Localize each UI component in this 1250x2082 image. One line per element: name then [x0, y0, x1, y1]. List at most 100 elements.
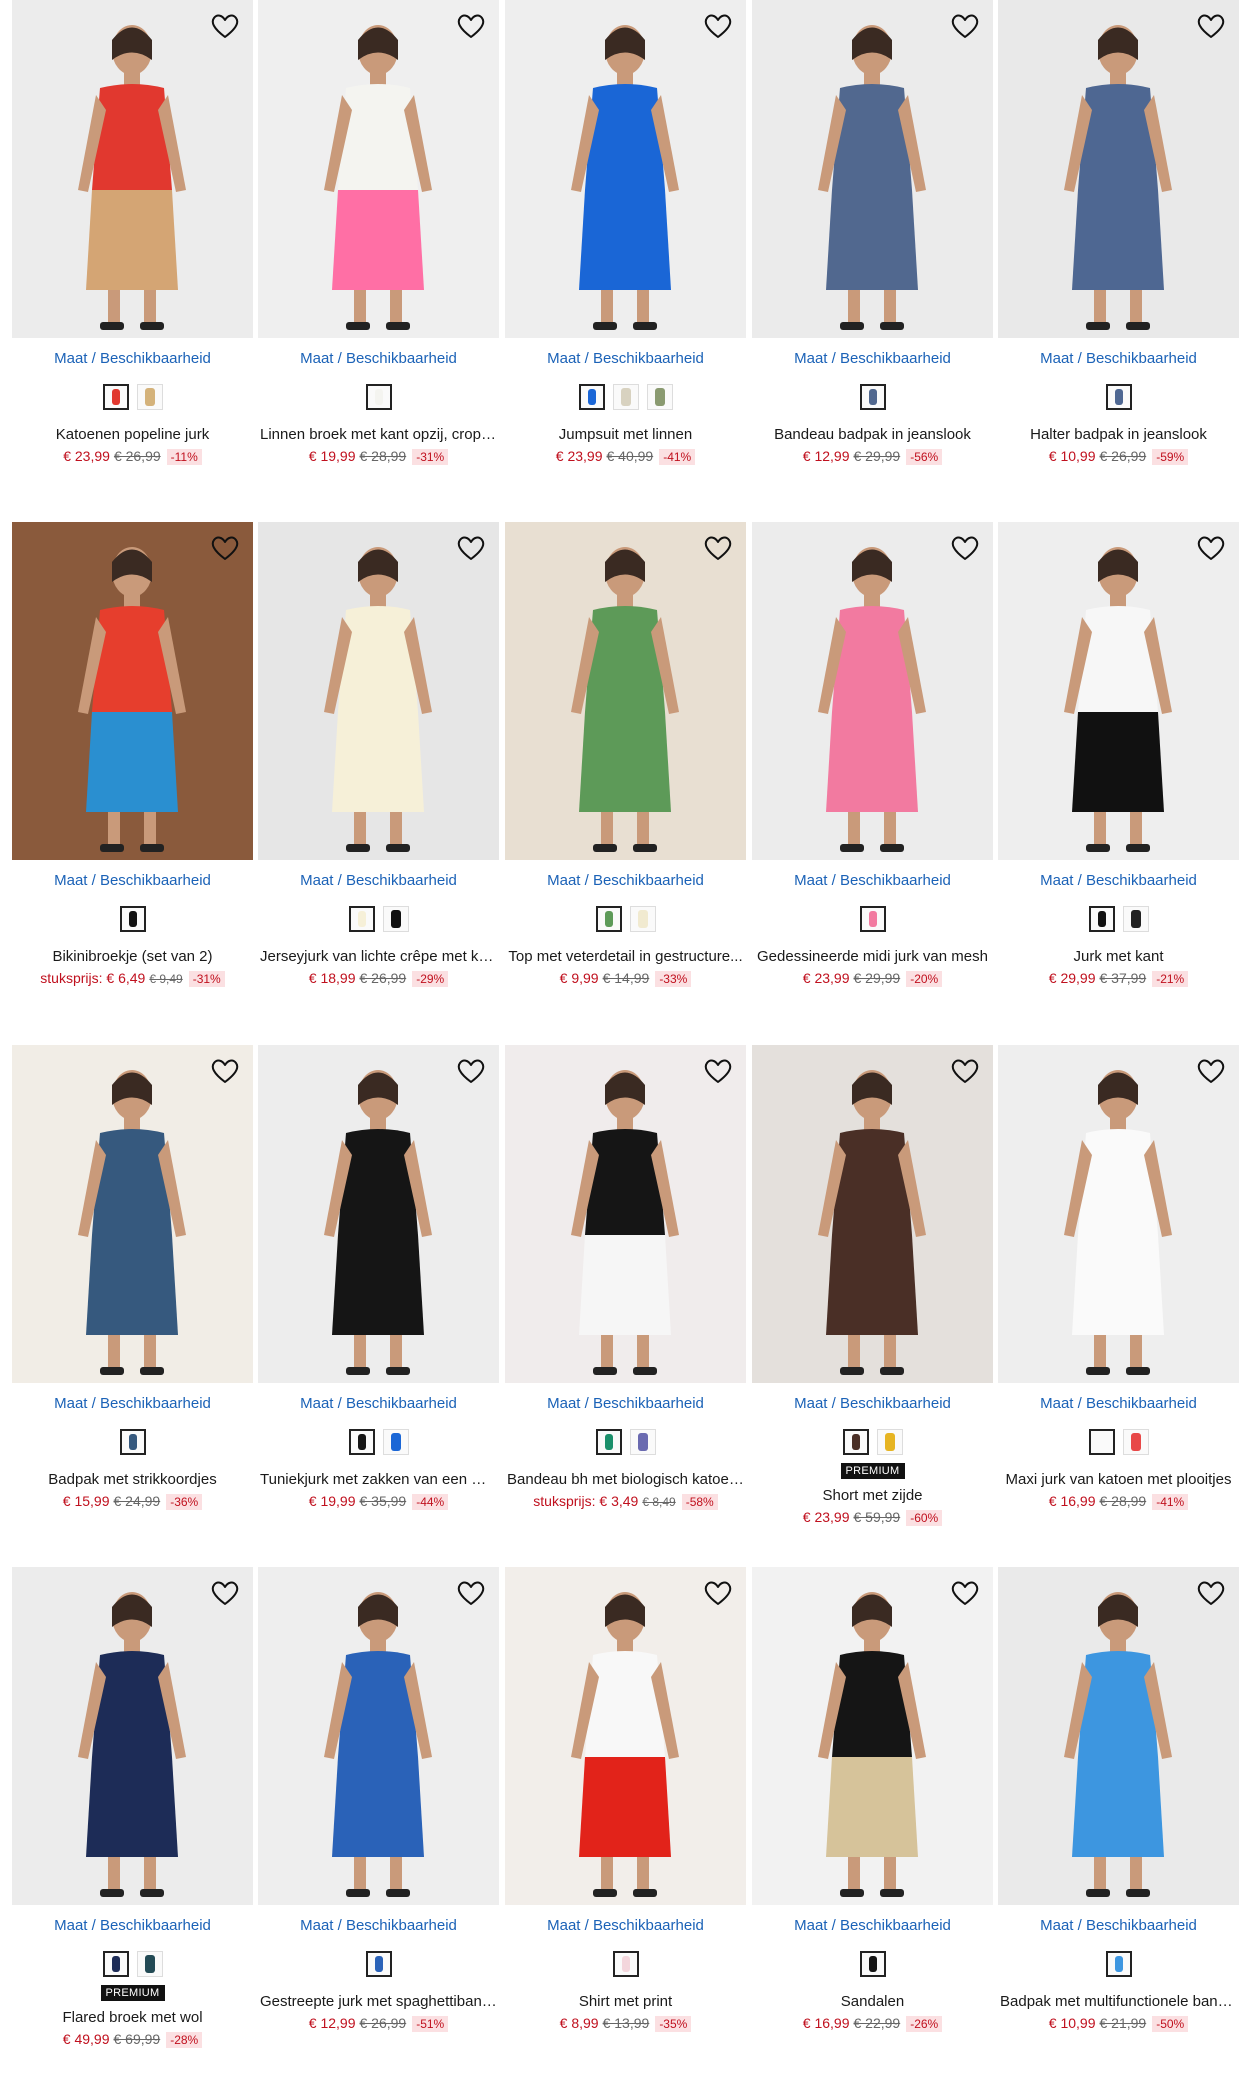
product-image[interactable] [12, 522, 253, 860]
color-swatch[interactable] [629, 1429, 656, 1455]
color-swatch[interactable] [629, 906, 656, 932]
wishlist-heart-icon[interactable] [209, 1055, 241, 1087]
product-image[interactable] [998, 0, 1239, 338]
product-photo[interactable] [12, 1045, 253, 1383]
color-swatch[interactable] [859, 384, 886, 410]
product-name[interactable]: Badpak met multifunctionele bandjes [998, 1993, 1239, 2011]
size-availability-link[interactable]: Maat / Beschikbaarheid [505, 1395, 746, 1413]
product-image[interactable] [752, 0, 993, 338]
color-swatch[interactable] [1122, 1429, 1149, 1455]
product-photo[interactable] [12, 0, 253, 338]
size-availability-link[interactable]: Maat / Beschikbaarheid [998, 1395, 1239, 1413]
color-swatch[interactable] [365, 384, 392, 410]
product-name[interactable]: Flared broek met wol [12, 2009, 253, 2027]
color-swatch[interactable] [595, 906, 622, 932]
product-card[interactable]: Maat / Beschikbaarheid Bandeau bh met bio… [505, 1045, 746, 1511]
color-swatch[interactable] [102, 1951, 129, 1977]
product-photo[interactable] [752, 522, 993, 860]
product-card[interactable]: Maat / Beschikbaarheid Jurk met kant € 29,… [998, 522, 1239, 987]
wishlist-heart-icon[interactable] [455, 532, 487, 564]
size-availability-link[interactable]: Maat / Beschikbaarheid [998, 872, 1239, 890]
size-availability-link[interactable]: Maat / Beschikbaarheid [505, 350, 746, 368]
product-image[interactable] [258, 1045, 499, 1383]
product-image[interactable] [998, 1045, 1239, 1383]
product-name[interactable]: Bandeau badpak in jeanslook [752, 426, 993, 444]
product-name[interactable]: Shirt met print [505, 1993, 746, 2011]
wishlist-heart-icon[interactable] [949, 1577, 981, 1609]
color-swatch[interactable] [1088, 906, 1115, 932]
size-availability-link[interactable]: Maat / Beschikbaarheid [12, 350, 253, 368]
wishlist-heart-icon[interactable] [702, 1055, 734, 1087]
product-card[interactable]: Maat / Beschikbaarheid Bikinibroekje (set… [12, 522, 253, 988]
product-card[interactable]: Maat / Beschikbaarheid Maxi jurk van kato… [998, 1045, 1239, 1510]
wishlist-heart-icon[interactable] [1195, 1577, 1227, 1609]
product-image[interactable] [12, 0, 253, 338]
product-photo[interactable] [998, 522, 1239, 860]
color-swatch[interactable] [136, 384, 163, 410]
product-name[interactable]: Badpak met strikkoordjes [12, 1471, 253, 1489]
product-photo[interactable] [998, 1567, 1239, 1905]
product-card[interactable]: Maat / Beschikbaarheid Jerseyjurk van lic… [258, 522, 499, 987]
color-swatch[interactable] [876, 1429, 903, 1455]
color-swatch[interactable] [612, 384, 639, 410]
color-swatch[interactable] [595, 1429, 622, 1455]
color-swatch[interactable] [365, 1951, 392, 1977]
product-card[interactable]: Maat / Beschikbaarheid PREMIUM Flared broe… [12, 1567, 253, 2048]
product-name[interactable]: Top met veterdetail in gestructure... [505, 948, 746, 966]
size-availability-link[interactable]: Maat / Beschikbaarheid [752, 1395, 993, 1413]
wishlist-heart-icon[interactable] [702, 532, 734, 564]
product-card[interactable]: Maat / Beschikbaarheid Badpak met multifu… [998, 1567, 1239, 2032]
product-name[interactable]: Bikinibroekje (set van 2) [12, 948, 253, 966]
product-photo[interactable] [12, 522, 253, 860]
product-card[interactable]: Maat / Beschikbaarheid Bandeau badpak in … [752, 0, 993, 465]
size-availability-link[interactable]: Maat / Beschikbaarheid [752, 1917, 993, 1935]
product-card[interactable]: Maat / Beschikbaarheid Gedessineerde midi… [752, 522, 993, 987]
size-availability-link[interactable]: Maat / Beschikbaarheid [12, 872, 253, 890]
size-availability-link[interactable]: Maat / Beschikbaarheid [12, 1395, 253, 1413]
product-photo[interactable] [258, 0, 499, 338]
color-swatch[interactable] [578, 384, 605, 410]
wishlist-heart-icon[interactable] [702, 1577, 734, 1609]
product-card[interactable]: Maat / Beschikbaarheid Shirt met print € 8… [505, 1567, 746, 2032]
color-swatch[interactable] [1105, 1951, 1132, 1977]
product-image[interactable] [752, 1567, 993, 1905]
product-card[interactable]: Maat / Beschikbaarheid Halter badpak in j… [998, 0, 1239, 465]
product-name[interactable]: Gedessineerde midi jurk van mesh [752, 948, 993, 966]
product-name[interactable]: Jurk met kant [998, 948, 1239, 966]
product-photo[interactable] [998, 1045, 1239, 1383]
product-card[interactable]: Maat / Beschikbaarheid Linnen broek met k… [258, 0, 499, 465]
product-name[interactable]: Tuniekjurk met zakken van een mix... [258, 1471, 499, 1489]
wishlist-heart-icon[interactable] [455, 1577, 487, 1609]
product-card[interactable]: Maat / Beschikbaarheid Badpak met strikko… [12, 1045, 253, 1510]
size-availability-link[interactable]: Maat / Beschikbaarheid [258, 1917, 499, 1935]
product-card[interactable]: Maat / Beschikbaarheid Top met veterdetai… [505, 522, 746, 987]
size-availability-link[interactable]: Maat / Beschikbaarheid [12, 1917, 253, 1935]
product-photo[interactable] [505, 0, 746, 338]
color-swatch[interactable] [1122, 906, 1149, 932]
color-swatch[interactable] [646, 384, 673, 410]
product-name[interactable]: Sandalen [752, 1993, 993, 2011]
color-swatch[interactable] [859, 1951, 886, 1977]
wishlist-heart-icon[interactable] [1195, 532, 1227, 564]
wishlist-heart-icon[interactable] [209, 10, 241, 42]
product-photo[interactable] [998, 0, 1239, 338]
color-swatch[interactable] [382, 906, 409, 932]
size-availability-link[interactable]: Maat / Beschikbaarheid [752, 350, 993, 368]
wishlist-heart-icon[interactable] [949, 1055, 981, 1087]
product-image[interactable] [998, 522, 1239, 860]
wishlist-heart-icon[interactable] [1195, 1055, 1227, 1087]
size-availability-link[interactable]: Maat / Beschikbaarheid [998, 350, 1239, 368]
product-image[interactable] [505, 0, 746, 338]
size-availability-link[interactable]: Maat / Beschikbaarheid [258, 1395, 499, 1413]
product-name[interactable]: Gestreepte jurk met spaghettiband... [258, 1993, 499, 2011]
product-name[interactable]: Jumpsuit met linnen [505, 426, 746, 444]
size-availability-link[interactable]: Maat / Beschikbaarheid [258, 872, 499, 890]
product-card[interactable]: Maat / Beschikbaarheid Jumpsuit met linne… [505, 0, 746, 465]
color-swatch[interactable] [102, 384, 129, 410]
wishlist-heart-icon[interactable] [949, 532, 981, 564]
color-swatch[interactable] [382, 1429, 409, 1455]
wishlist-heart-icon[interactable] [702, 10, 734, 42]
color-swatch[interactable] [348, 1429, 375, 1455]
product-name[interactable]: Maxi jurk van katoen met plooitjes [998, 1471, 1239, 1489]
product-image[interactable] [752, 522, 993, 860]
